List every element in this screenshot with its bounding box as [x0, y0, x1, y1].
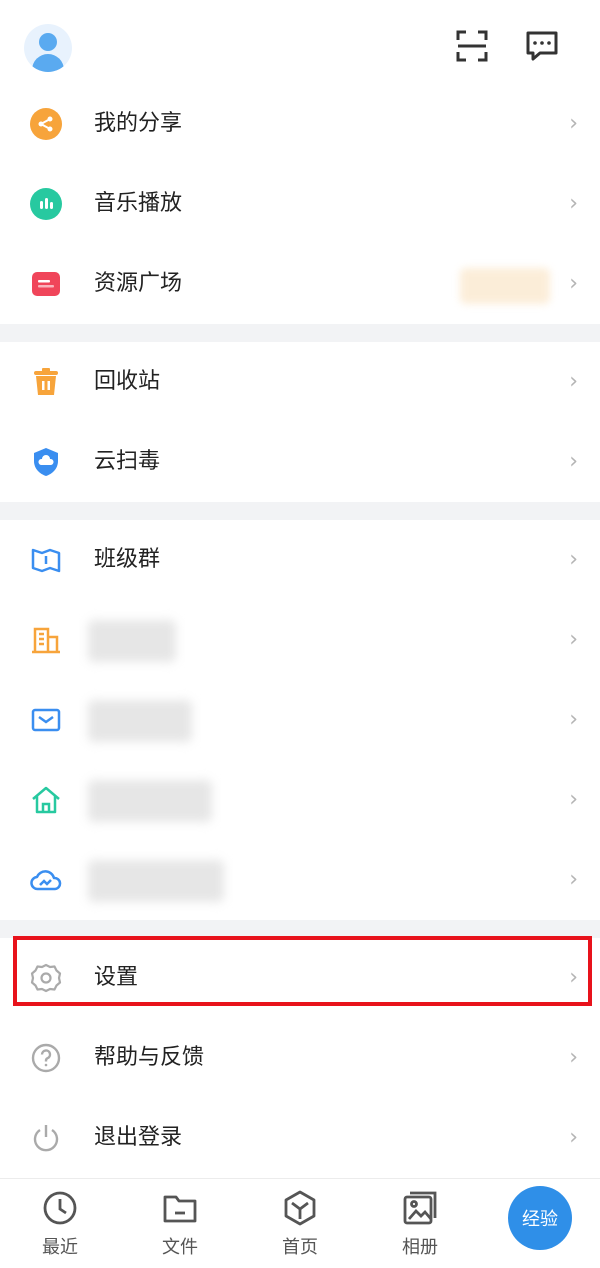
- settings-highlight-box: [13, 936, 592, 1006]
- chevron-right-icon: ›: [569, 627, 578, 652]
- folder-icon: [163, 1195, 197, 1223]
- power-icon: [30, 1122, 62, 1154]
- user-avatar-icon[interactable]: [24, 24, 72, 72]
- chevron-right-icon: ›: [569, 369, 578, 394]
- chevron-right-icon: ›: [569, 1045, 578, 1070]
- tab-recent[interactable]: 最近: [20, 1189, 100, 1259]
- tab-files[interactable]: 文件: [140, 1189, 220, 1259]
- menu-item-recycle-bin[interactable]: 回收站 ›: [0, 342, 600, 422]
- chevron-right-icon: ›: [569, 787, 578, 812]
- cloud-icon: [30, 864, 62, 896]
- mail-icon: [30, 704, 62, 736]
- tab-home[interactable]: 首页: [260, 1189, 340, 1259]
- shield-icon: [30, 446, 62, 478]
- scan-icon[interactable]: [454, 28, 490, 64]
- chevron-right-icon: ›: [569, 707, 578, 732]
- hidden-label: [88, 860, 224, 902]
- menu-item-cloud-antivirus[interactable]: 云扫毒 ›: [0, 422, 600, 502]
- menu-item-label: 音乐播放: [94, 191, 183, 216]
- trash-icon: [30, 366, 62, 398]
- chevron-right-icon: ›: [569, 111, 578, 136]
- chevron-right-icon: ›: [569, 1125, 578, 1150]
- menu-item-label: 我的分享: [94, 111, 183, 136]
- resource-icon: [30, 268, 62, 300]
- top-header: [0, 0, 600, 96]
- hidden-label: [88, 780, 212, 822]
- section-divider: [0, 502, 600, 520]
- menu-item-music[interactable]: 音乐播放 ›: [0, 164, 600, 244]
- hidden-label: [88, 700, 192, 742]
- menu-item-class-group[interactable]: 班级群 ›: [0, 520, 600, 600]
- menu-item-home[interactable]: ›: [0, 760, 600, 840]
- clock-icon: [43, 1191, 77, 1225]
- music-icon: [30, 188, 62, 220]
- home-hex-icon: [284, 1190, 316, 1226]
- floating-action-button[interactable]: 经验: [508, 1186, 572, 1250]
- home-icon: [30, 784, 62, 816]
- tab-label: 相册: [402, 1237, 438, 1258]
- chevron-right-icon: ›: [569, 191, 578, 216]
- menu-list: 我的分享 › 音乐播放 › 资源广场 › 回收站 › 云扫毒 › 班级群 › ›…: [0, 84, 600, 1178]
- chevron-right-icon: ›: [569, 449, 578, 474]
- message-icon[interactable]: [524, 28, 560, 64]
- menu-item-my-share[interactable]: 我的分享 ›: [0, 84, 600, 164]
- menu-item-resource-square[interactable]: 资源广场 ›: [0, 244, 600, 324]
- menu-item-label: 班级群: [94, 547, 161, 572]
- album-icon: [403, 1191, 437, 1225]
- section-divider: [0, 324, 600, 342]
- tab-album[interactable]: 相册: [380, 1189, 460, 1259]
- book-icon: [30, 544, 62, 576]
- menu-item-mail[interactable]: ›: [0, 680, 600, 760]
- menu-item-cloud[interactable]: ›: [0, 840, 600, 920]
- tab-label: 首页: [282, 1237, 318, 1258]
- help-icon: [30, 1042, 62, 1074]
- hidden-label: [88, 620, 176, 662]
- menu-item-label: 退出登录: [94, 1125, 183, 1150]
- tab-label: 最近: [42, 1237, 78, 1258]
- chevron-right-icon: ›: [569, 271, 578, 296]
- menu-item-label: 回收站: [94, 369, 161, 394]
- tab-label: 文件: [162, 1237, 198, 1258]
- menu-item-label: 帮助与反馈: [94, 1045, 205, 1070]
- menu-item-logout[interactable]: 退出登录 ›: [0, 1098, 600, 1178]
- chevron-right-icon: ›: [569, 547, 578, 572]
- menu-item-organization[interactable]: ›: [0, 600, 600, 680]
- menu-item-label: 资源广场: [94, 271, 183, 296]
- share-icon: [30, 108, 62, 140]
- chevron-right-icon: ›: [569, 867, 578, 892]
- menu-item-label: 云扫毒: [94, 449, 161, 474]
- promo-badge: [460, 268, 550, 304]
- building-icon: [30, 624, 62, 656]
- menu-item-help-feedback[interactable]: 帮助与反馈 ›: [0, 1018, 600, 1098]
